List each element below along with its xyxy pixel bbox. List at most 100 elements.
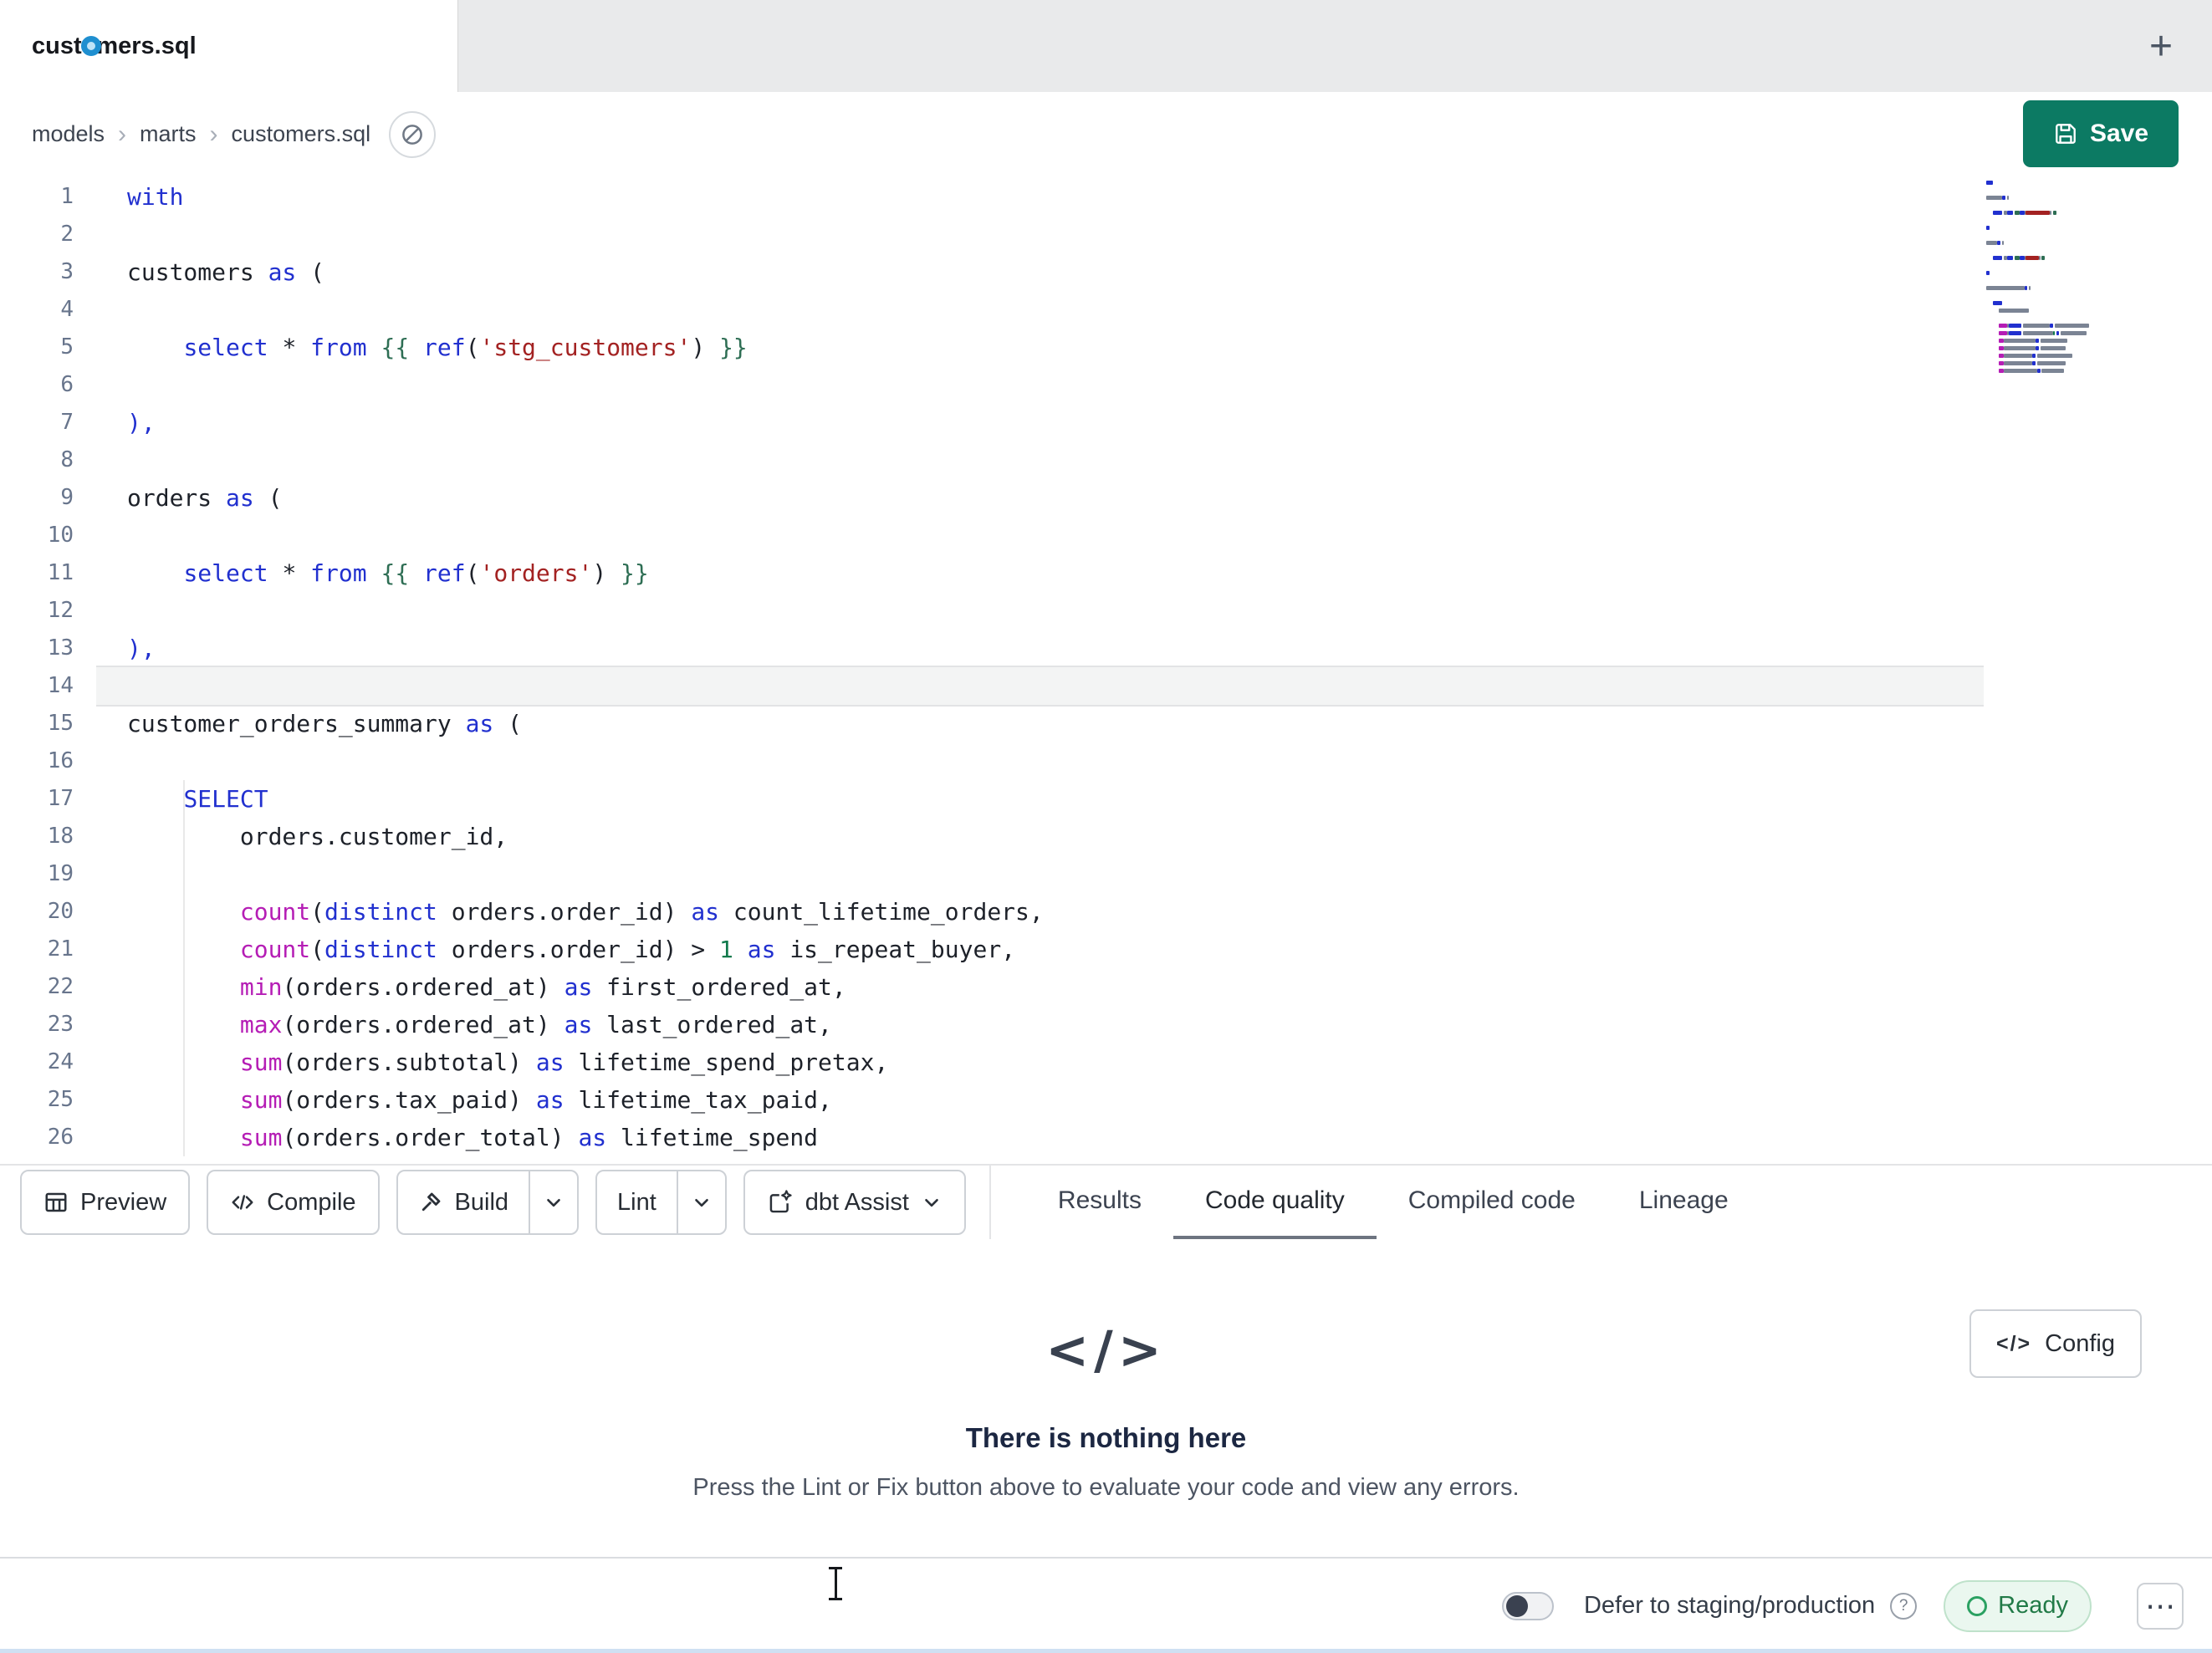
config-button[interactable]: </> Config: [1969, 1309, 2142, 1378]
help-icon[interactable]: ?: [1890, 1592, 1918, 1620]
empty-state: </> There is nothing here Press the Lint…: [0, 1239, 2212, 1502]
tab-compiled-code[interactable]: Compiled code: [1377, 1165, 1607, 1240]
preview-button[interactable]: Preview: [20, 1170, 191, 1235]
line-number: 8: [60, 447, 74, 472]
minimap-line: [1986, 254, 2113, 262]
breadcrumb-marts[interactable]: marts: [140, 121, 197, 147]
code-line[interactable]: count(distinct orders.order_id) > 1 as i…: [96, 931, 1984, 968]
line-number: 11: [47, 560, 74, 585]
line-number: 25: [47, 1087, 74, 1112]
line-number: 19: [47, 861, 74, 886]
minimap-line: [1986, 179, 2113, 186]
line-number: 12: [47, 598, 74, 623]
compile-label: Compile: [267, 1188, 356, 1216]
code-line[interactable]: customer_orders_summary as (: [96, 705, 1984, 742]
code-line[interactable]: ),: [96, 630, 1984, 667]
indent-guide: [183, 780, 185, 1156]
code-line[interactable]: [96, 517, 1984, 554]
code-line[interactable]: [96, 855, 1984, 893]
table-icon: [43, 1190, 69, 1215]
line-number: 14: [47, 673, 74, 698]
code-line[interactable]: select * from {{ ref('stg_customers') }}: [96, 329, 1984, 366]
config-label: Config: [2045, 1329, 2115, 1357]
build-split-button: Build: [396, 1170, 580, 1235]
preview-label: Preview: [80, 1188, 167, 1216]
minimap-line: [1986, 360, 2113, 367]
minimap-line: [1986, 247, 2113, 254]
code-line[interactable]: customers as (: [96, 253, 1984, 291]
build-dropdown-button[interactable]: [529, 1171, 577, 1233]
tab-customers-sql[interactable]: customers.sql: [0, 0, 458, 92]
save-button[interactable]: Save: [2023, 100, 2179, 167]
code-line[interactable]: sum(orders.order_total) as lifetime_spen…: [96, 1119, 1984, 1156]
code-area[interactable]: with customers as ( select * from {{ ref(…: [96, 178, 1984, 1156]
line-number: 6: [60, 372, 74, 397]
line-number: 2: [60, 222, 74, 247]
chevron-right-icon: ›: [209, 120, 218, 148]
code-line[interactable]: count(distinct orders.order_id) as count…: [96, 893, 1984, 931]
defer-toggle[interactable]: [1501, 1591, 1554, 1620]
panel-tabs: Results Code quality Compiled code Linea…: [1026, 1165, 1760, 1240]
lint-split-button: Lint: [595, 1170, 727, 1235]
tab-lineage[interactable]: Lineage: [1607, 1165, 1760, 1240]
lint-button[interactable]: Lint: [597, 1171, 677, 1233]
minimap-line: [1986, 307, 2113, 314]
code-line[interactable]: orders.customer_id,: [96, 818, 1984, 855]
line-number-gutter: 1 2 3 4 5 6 7 8 9 10 11 12 13 14 15 16 17 18 19 20 21 22 23 24 2…: [0, 178, 96, 1156]
active-code-line[interactable]: [96, 667, 1984, 705]
code-line[interactable]: sum(orders.subtotal) as lifetime_spend_p…: [96, 1043, 1984, 1081]
compile-button[interactable]: Compile: [207, 1170, 380, 1235]
minimap-line: [1986, 337, 2113, 344]
circle-slash-icon: [400, 122, 425, 147]
code-line[interactable]: [96, 216, 1984, 253]
ready-status-badge[interactable]: Ready: [1944, 1579, 2092, 1632]
dbt-assist-button[interactable]: dbt Assist: [743, 1170, 966, 1235]
code-line[interactable]: sum(orders.tax_paid) as lifetime_tax_pai…: [96, 1081, 1984, 1119]
new-tab-button[interactable]: +: [2132, 0, 2190, 92]
code-line[interactable]: [96, 742, 1984, 780]
code-line[interactable]: min(orders.ordered_at) as first_ordered_…: [96, 968, 1984, 1006]
code-line[interactable]: [96, 366, 1984, 404]
minimap-line: [1986, 202, 2113, 209]
line-number: 3: [60, 259, 74, 284]
lint-dropdown-button[interactable]: [676, 1171, 725, 1233]
more-options-button[interactable]: ⋯: [2137, 1582, 2184, 1630]
floppy-disk-icon: [2053, 121, 2078, 146]
ready-label: Ready: [1998, 1592, 2068, 1619]
line-number: 20: [47, 899, 74, 924]
breadcrumb-models[interactable]: models: [32, 121, 105, 147]
code-line[interactable]: [96, 291, 1984, 329]
tab-title: customers.sql: [32, 32, 197, 59]
code-line[interactable]: with: [96, 178, 1984, 216]
line-number: 10: [47, 523, 74, 548]
code-quality-panel: </> There is nothing here Press the Lint…: [0, 1239, 2212, 1557]
chevron-down-icon: [921, 1191, 943, 1213]
line-number: 16: [47, 748, 74, 773]
code-line[interactable]: ),: [96, 404, 1984, 441]
code-line[interactable]: orders as (: [96, 479, 1984, 517]
empty-state-message: Press the Lint or Fix button above to ev…: [692, 1474, 1520, 1501]
window-bottom-edge: [0, 1649, 2212, 1653]
line-number: 22: [47, 974, 74, 999]
mouse-text-cursor: [826, 1565, 845, 1602]
minimap[interactable]: [1986, 179, 2113, 375]
build-button[interactable]: Build: [398, 1171, 529, 1233]
file-status-button[interactable]: [389, 110, 437, 158]
code-brackets-icon: </>: [1045, 1319, 1167, 1380]
tab-results[interactable]: Results: [1026, 1165, 1173, 1240]
hammer-icon: [418, 1190, 443, 1215]
breadcrumb-customers-sql[interactable]: customers.sql: [232, 121, 371, 147]
unsaved-changes-dot-icon: [81, 36, 101, 56]
code-line[interactable]: max(orders.ordered_at) as last_ordered_a…: [96, 1006, 1984, 1043]
code-line[interactable]: [96, 592, 1984, 630]
line-number: 1: [60, 184, 74, 209]
tab-code-quality[interactable]: Code quality: [1173, 1165, 1377, 1240]
editor-tab-bar: customers.sql +: [0, 0, 2212, 92]
code-line[interactable]: [96, 441, 1984, 479]
code-editor[interactable]: 1 2 3 4 5 6 7 8 9 10 11 12 13 14 15 16 17 18 19 20 21 22 23 24 2…: [0, 176, 2212, 1164]
code-line[interactable]: select * from {{ ref('orders') }}: [96, 554, 1984, 592]
breadcrumb-bar: models › marts › customers.sql Save: [0, 92, 2212, 176]
line-number: 9: [60, 485, 74, 510]
code-line[interactable]: SELECT: [96, 780, 1984, 818]
minimap-line: [1986, 224, 2113, 232]
